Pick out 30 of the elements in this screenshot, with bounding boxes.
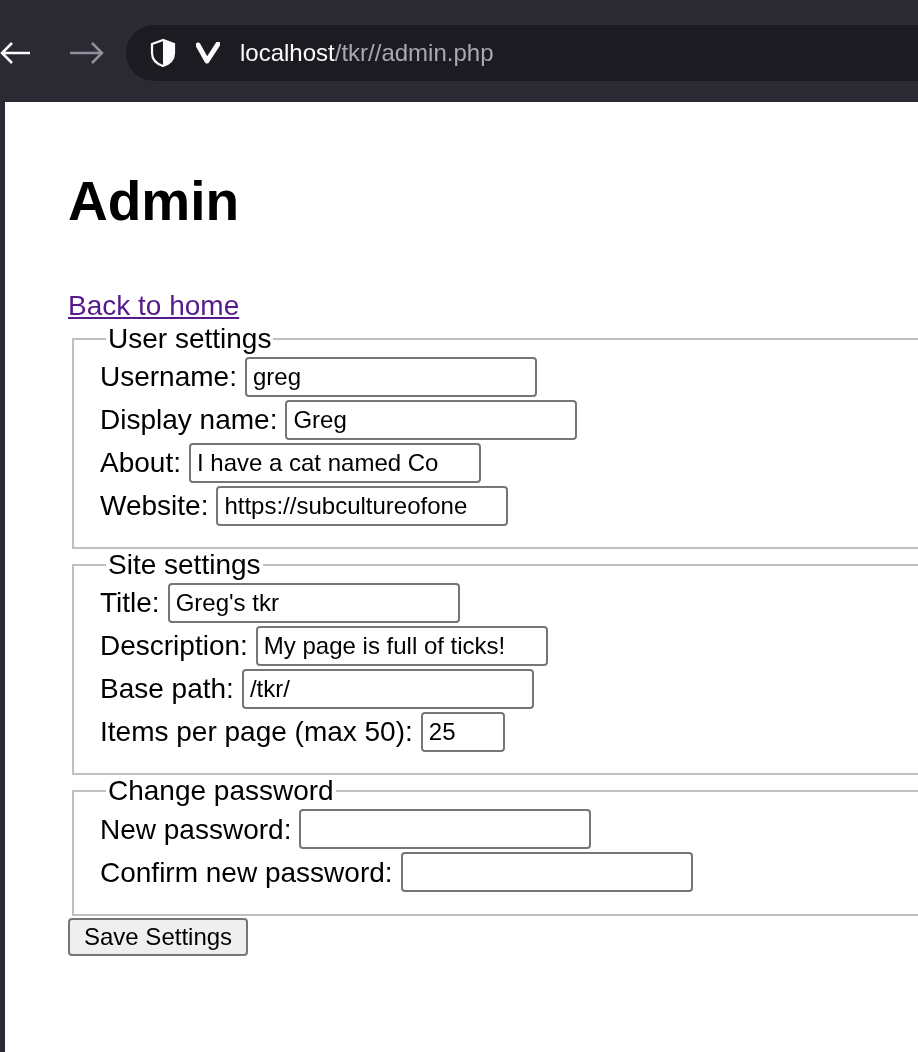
password-field[interactable] (400, 852, 693, 893)
field-label: Username: (100, 360, 237, 395)
field-label: Base path: (100, 672, 234, 707)
field-label: Description: (100, 629, 248, 664)
shield-icon[interactable] (150, 38, 176, 68)
back-to-home-link[interactable]: Back to home (68, 290, 240, 321)
field-label: New password: (100, 812, 292, 847)
group-legend: User settings (106, 323, 274, 356)
field-label: About: (100, 446, 181, 481)
text-field[interactable]: /tkr/ (241, 668, 534, 709)
field-label: Items per page (max 50): (100, 715, 413, 750)
address-bar[interactable]: localhost/tkr//admin.php (126, 25, 918, 81)
text-field[interactable]: https://subcultureofone (216, 485, 509, 526)
v-logo-icon (196, 42, 220, 64)
group-legend: Change password (106, 775, 336, 808)
text-field[interactable]: Greg (285, 399, 578, 440)
text-field[interactable]: greg (244, 356, 537, 397)
page-heading: Admin (68, 169, 241, 234)
field-label: Website: (100, 489, 209, 524)
text-field[interactable]: Greg's tkr (167, 582, 460, 623)
field-label: Title: (100, 586, 160, 621)
number-field[interactable]: 25 (420, 711, 505, 752)
text-field[interactable]: I have a cat named Co (188, 442, 481, 483)
field-label: Confirm new password: (100, 855, 393, 890)
password-field[interactable] (299, 809, 592, 850)
url-text[interactable]: localhost/tkr//admin.php (240, 38, 494, 68)
save-settings-button[interactable]: Save Settings (68, 917, 249, 956)
text-field[interactable]: My page is full of ticks! (255, 625, 548, 666)
group-legend: Site settings (106, 549, 263, 582)
field-label: Display name: (100, 403, 278, 438)
